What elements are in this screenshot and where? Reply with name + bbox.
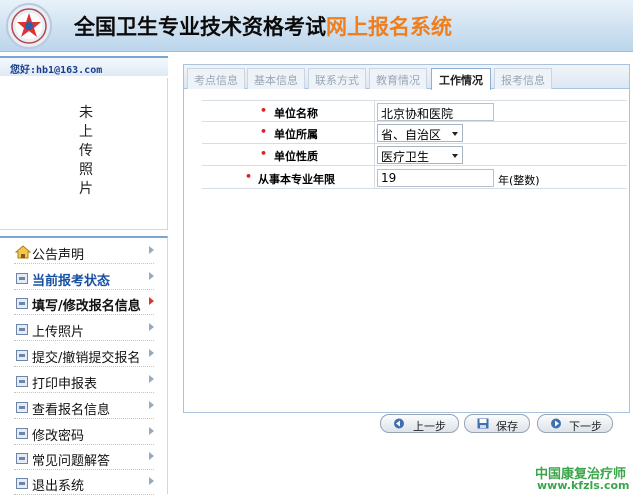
required-mark: • [260, 104, 268, 117]
document-icon [16, 376, 28, 387]
chevron-right-icon [149, 452, 154, 460]
unit-name-input[interactable]: 北京协和医院 [377, 103, 494, 121]
user-greeting: 您好:hb1@163.com [0, 56, 168, 76]
menu-item-change-password[interactable]: 修改密码 [14, 423, 154, 445]
window-icon [16, 453, 28, 464]
chevron-right-icon [149, 349, 154, 357]
chevron-right-icon [149, 427, 154, 435]
tab-work[interactable]: 工作情况 [431, 68, 491, 90]
window-icon [16, 478, 28, 489]
chevron-right-icon [149, 375, 154, 383]
chevron-right-icon [149, 272, 154, 280]
row-unit-belong: • 单位所属 省、自治区 [202, 122, 627, 144]
main-panel: 考点信息 基本信息 联系方式 教育情况 工作情况 报考信息 • 单位名称 北京协… [183, 64, 630, 413]
chevron-right-icon [149, 401, 154, 409]
arrow-right-icon [551, 418, 561, 429]
unit-nature-label: 单位性质 [274, 150, 318, 163]
menu-item-submit[interactable]: 提交/撤销提交报名 [14, 345, 154, 367]
document-icon [16, 350, 28, 361]
window-icon [16, 402, 28, 413]
menu-item-upload-photo[interactable]: 上传照片 [14, 319, 154, 341]
save-button[interactable]: 保存 [464, 414, 530, 433]
row-years: • 从事本专业年限 19 年(整数) [202, 166, 627, 189]
window-icon [16, 298, 28, 309]
menu-item-edit-registration[interactable]: 填写/修改报名信息 [14, 293, 154, 315]
menu-item-faq[interactable]: 常见问题解答 [14, 448, 154, 470]
menu-item-view-info[interactable]: 查看报名信息 [14, 397, 154, 419]
app-header: 全国卫生专业技术资格考试网上报名系统 [0, 0, 633, 52]
required-mark: • [260, 147, 268, 160]
home-icon [15, 245, 31, 259]
chevron-right-icon [149, 246, 154, 254]
app-title-highlight: 网上报名系统 [326, 15, 452, 39]
unit-name-label: 单位名称 [274, 107, 318, 120]
tab-bar: 考点信息 基本信息 联系方式 教育情况 工作情况 报考信息 [184, 65, 629, 90]
menu-item-logout[interactable]: 退出系统 [14, 473, 154, 495]
chevron-down-icon [452, 154, 458, 158]
menu-item-announcement[interactable]: 公告声明 [14, 242, 154, 264]
app-title: 全国卫生专业技术资格考试网上报名系统 [74, 15, 452, 39]
chevron-right-icon [149, 297, 154, 305]
chevron-down-icon [452, 132, 458, 136]
tab-education[interactable]: 教育情况 [369, 68, 427, 89]
arrow-left-icon [394, 418, 404, 429]
photo-area: 未上传照片 [0, 78, 168, 230]
watermark-url: www.kfzls.com [537, 479, 630, 492]
tab-contact[interactable]: 联系方式 [308, 68, 366, 89]
unit-belong-select[interactable]: 省、自治区 [377, 124, 463, 142]
photo-placeholder-text: 未上传照片 [79, 105, 93, 197]
logo [6, 3, 52, 49]
years-input[interactable]: 19 [377, 169, 494, 187]
chevron-right-icon [149, 477, 154, 485]
window-icon [16, 324, 28, 335]
tab-exam-site[interactable]: 考点信息 [187, 68, 245, 89]
window-icon [16, 273, 28, 284]
sidebar-menu: 公告声明 当前报考状态 填写/修改报名信息 上传照片 提交/撤销提交报名 打印申… [0, 236, 168, 495]
row-unit-nature: • 单位性质 医疗卫生 [202, 144, 627, 166]
unit-belong-label: 单位所属 [274, 128, 318, 141]
years-label: 从事本专业年限 [258, 173, 335, 186]
save-icon [477, 418, 489, 429]
prev-step-button[interactable]: 上一步 [380, 414, 459, 433]
tab-registration[interactable]: 报考信息 [494, 68, 552, 89]
tab-basic-info[interactable]: 基本信息 [247, 68, 305, 89]
next-step-button[interactable]: 下一步 [537, 414, 613, 433]
menu-item-status[interactable]: 当前报考状态 [14, 268, 154, 290]
window-icon [16, 428, 28, 439]
chevron-right-icon [149, 323, 154, 331]
unit-nature-select[interactable]: 医疗卫生 [377, 146, 463, 164]
years-unit: 年(整数) [498, 174, 540, 187]
required-mark: • [260, 125, 268, 138]
required-mark: • [245, 170, 253, 183]
menu-item-print[interactable]: 打印申报表 [14, 371, 154, 393]
row-unit-name: • 单位名称 北京协和医院 [202, 100, 627, 122]
